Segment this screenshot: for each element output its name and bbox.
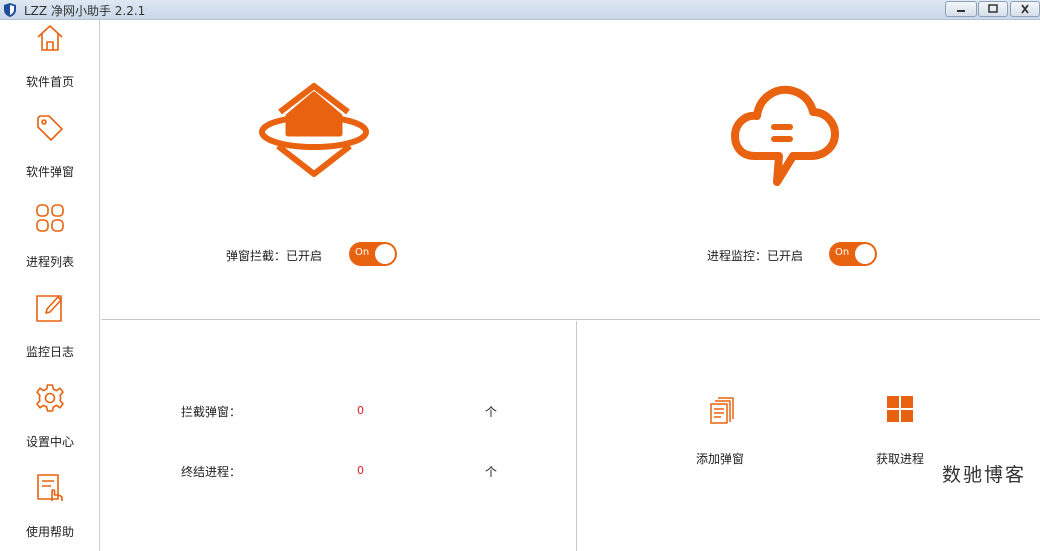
process-monitor-toggle[interactable]: On: [829, 242, 877, 266]
sidebar-item-settings[interactable]: 设置中心: [0, 380, 100, 470]
sidebar-item-label: 使用帮助: [25, 525, 74, 539]
popup-block-toggle[interactable]: On: [349, 242, 397, 266]
sidebar-item-label: 软件弹窗: [25, 165, 74, 179]
sidebar-item-help[interactable]: 使用帮助: [0, 470, 100, 551]
killed-processes-label: 终结进程：: [181, 465, 242, 479]
get-process-label: 获取进程: [876, 452, 925, 466]
toggle-state-text: On: [355, 247, 370, 258]
maximize-button[interactable]: [978, 1, 1008, 17]
tiles-icon: [887, 396, 913, 422]
window-title: LZZ 净网小助手 2.2.1: [24, 4, 146, 18]
blocked-popups-label: 拦截弹窗：: [181, 405, 242, 419]
grid-icon: [36, 204, 64, 232]
toggle-knob: [375, 244, 395, 264]
maximize-icon: [988, 4, 998, 13]
sidebar-item-label: 设置中心: [25, 435, 74, 449]
status-panel: 弹窗拦截：已开启 On 进程监控：已开启 On: [101, 20, 1040, 320]
watermark-text: 数驰博客: [942, 464, 1027, 486]
blocked-popups-count: 0: [357, 404, 364, 417]
minimize-button[interactable]: [945, 1, 977, 17]
sidebar-item-logs[interactable]: 监控日志: [0, 290, 100, 380]
tag-icon: [37, 115, 63, 141]
sidebar-item-label: 进程列表: [25, 255, 74, 269]
toggle-state-text: On: [835, 247, 850, 258]
killed-processes-count: 0: [357, 464, 364, 477]
popup-block-status: 弹窗拦截：已开启: [226, 249, 323, 263]
minimize-icon: [957, 10, 965, 12]
sidebar-item-popups[interactable]: 软件弹窗: [0, 110, 100, 200]
sidebar-item-processes[interactable]: 进程列表: [0, 200, 100, 290]
actions-panel: 添加弹窗 获取进程: [578, 321, 1040, 551]
shield-icon: [4, 3, 16, 17]
home-icon: [37, 25, 63, 51]
edit-icon: [36, 295, 62, 322]
stats-panel: 拦截弹窗： 0 个 终结进程： 0 个: [101, 321, 577, 551]
gear-icon: [36, 384, 64, 412]
chat-cloud-icon: [731, 85, 839, 186]
get-process-button[interactable]: 获取进程: [868, 389, 938, 469]
popup-shield-icon: [259, 83, 369, 177]
add-popup-label: 添加弹窗: [696, 452, 745, 466]
sidebar-item-label: 软件首页: [25, 75, 74, 89]
documents-icon: [710, 397, 734, 424]
title-bar: LZZ 净网小助手 2.2.1: [0, 0, 1040, 20]
close-icon: [1021, 4, 1029, 14]
add-popup-button[interactable]: 添加弹窗: [688, 389, 758, 469]
sidebar-item-home[interactable]: 软件首页: [0, 20, 100, 110]
close-button[interactable]: [1010, 1, 1040, 17]
help-doc-icon: [37, 474, 63, 501]
process-monitor-status: 进程监控：已开启: [707, 249, 804, 263]
killed-processes-unit: 个: [485, 465, 498, 479]
blocked-popups-unit: 个: [485, 405, 498, 419]
sidebar: 软件首页 软件弹窗 进程列表 监控日志 设置中心 使用帮助: [0, 20, 100, 551]
toggle-knob: [855, 244, 875, 264]
sidebar-item-label: 监控日志: [25, 345, 74, 359]
